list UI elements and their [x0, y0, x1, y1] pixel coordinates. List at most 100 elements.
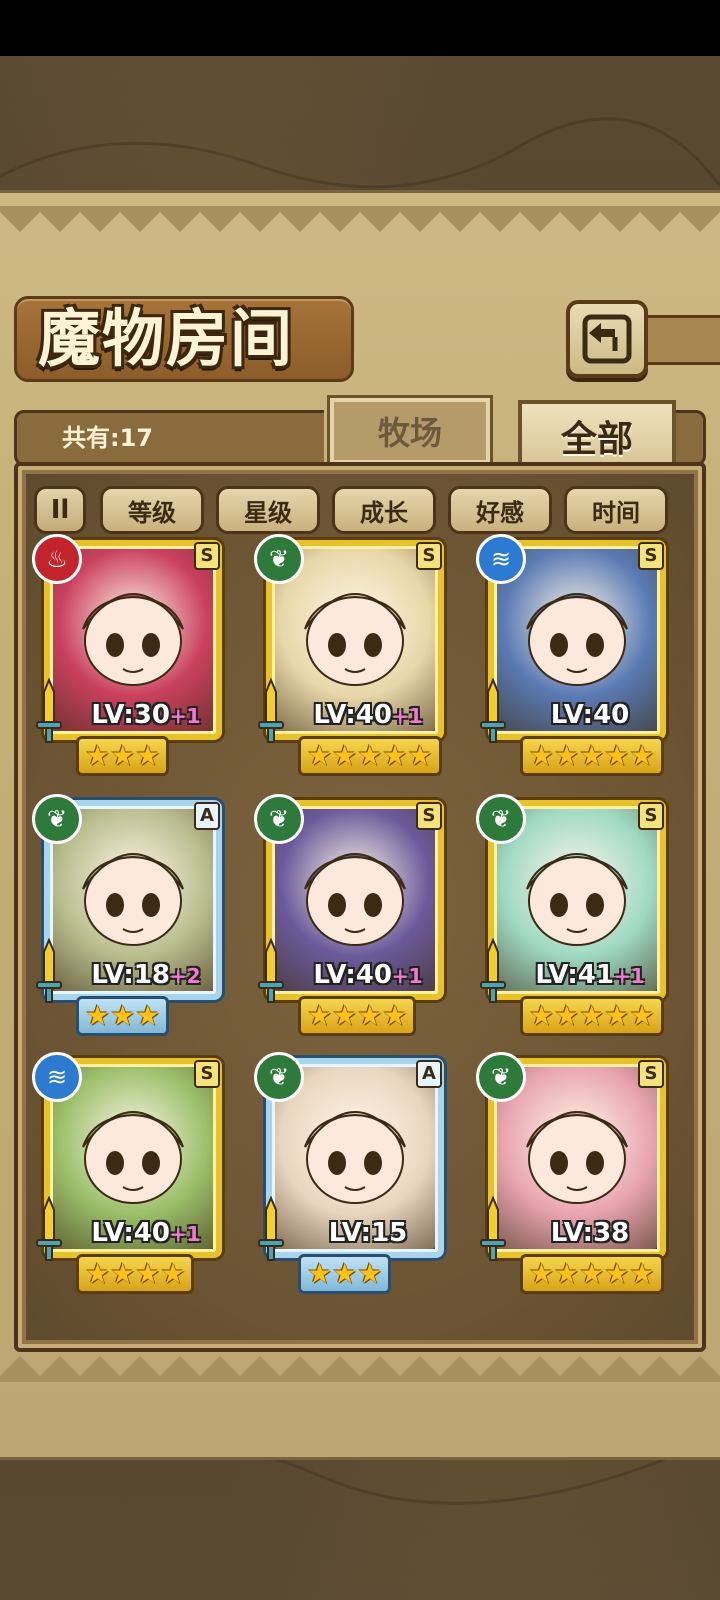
star-rating: ★ ★ ★ ★ ★ [520, 736, 664, 776]
rank-badge: A [194, 802, 220, 830]
level-value: LV:40 [313, 960, 392, 990]
monster-level: LV:40+1 [298, 960, 438, 990]
level-value: LV:40 [91, 1218, 170, 1248]
star-icon: ★ [554, 1257, 580, 1290]
monster-card[interactable]: ♨ S LV:30+1 ★ ★ ★ [32, 534, 226, 776]
count-bar [14, 410, 324, 466]
star-rating: ★ ★ ★ [76, 736, 170, 776]
star-icon: ★ [382, 739, 408, 772]
star-icon: ★ [604, 739, 630, 772]
rank-badge: A [416, 1060, 442, 1088]
fire-icon: ♨ [32, 534, 82, 584]
level-bonus: +1 [613, 964, 645, 988]
star-rating: ★ ★ ★ ★ [298, 996, 417, 1036]
monster-card[interactable]: ❦ A LV:15 ★ ★ ★ [254, 1052, 448, 1294]
monster-card[interactable]: ❦ A LV:18+2 ★ ★ ★ [32, 794, 226, 1036]
star-icon: ★ [357, 999, 383, 1032]
level-value: LV:30 [91, 700, 170, 730]
weapon-sword-icon [36, 938, 62, 1003]
monster-card[interactable]: ❦ S LV:40+1 ★ ★ ★ ★ ★ [254, 534, 448, 776]
star-icon: ★ [529, 739, 555, 772]
monster-level: LV:38 [520, 1218, 660, 1248]
weapon-sword-icon [36, 678, 62, 743]
level-bonus: +1 [169, 704, 201, 728]
page-title: 魔物房间 [38, 302, 295, 375]
star-icon: ★ [332, 739, 358, 772]
star-icon: ★ [332, 1257, 358, 1290]
rank-badge: S [194, 1060, 220, 1088]
monster-level: LV:15 [298, 1218, 438, 1248]
star-icon: ★ [382, 999, 408, 1032]
leaf-icon: ❦ [476, 1052, 526, 1102]
star-icon: ★ [135, 1257, 161, 1290]
star-icon: ★ [110, 739, 136, 772]
zigzag-border-top [0, 206, 720, 232]
weapon-sword-icon [36, 1196, 62, 1261]
star-icon: ★ [332, 999, 358, 1032]
back-button[interactable] [566, 300, 648, 378]
leaf-icon: ❦ [254, 1052, 304, 1102]
star-icon: ★ [579, 739, 605, 772]
monster-level: LV:40+1 [298, 700, 438, 730]
monster-level: LV:41+1 [520, 960, 660, 990]
star-icon: ★ [529, 1257, 555, 1290]
monster-level: LV:18+2 [76, 960, 216, 990]
monster-count: 共有:17 [62, 424, 153, 452]
star-rating: ★ ★ ★ [298, 1254, 392, 1294]
star-icon: ★ [579, 1257, 605, 1290]
level-value: LV:40 [313, 700, 392, 730]
star-rating: ★ ★ ★ [76, 996, 170, 1036]
star-icon: ★ [307, 739, 333, 772]
water-icon: ≋ [476, 534, 526, 584]
star-icon: ★ [307, 1257, 333, 1290]
monster-level: LV:30+1 [76, 700, 216, 730]
level-value: LV:40 [550, 700, 630, 730]
weapon-sword-icon [480, 938, 506, 1003]
level-value: LV:38 [550, 1218, 630, 1248]
rank-badge: S [194, 542, 220, 570]
sort-button-time[interactable]: 时间 [564, 486, 668, 534]
star-icon: ★ [579, 999, 605, 1032]
level-value: LV:15 [328, 1218, 408, 1248]
rank-badge: S [638, 542, 664, 570]
leaf-icon: ❦ [32, 794, 82, 844]
monster-card[interactable]: ❦ S LV:41+1 ★ ★ ★ ★ ★ [476, 794, 670, 1036]
tab-farm[interactable]: 牧场 [327, 395, 493, 467]
tab-bar-trim [676, 410, 706, 466]
level-bonus: +1 [391, 964, 423, 988]
star-rating: ★ ★ ★ ★ ★ [298, 736, 442, 776]
sort-button-growth[interactable]: 成长 [332, 486, 436, 534]
sort-order-toggle[interactable]: Il [34, 486, 86, 534]
star-icon: ★ [357, 739, 383, 772]
star-icon: ★ [629, 739, 655, 772]
weapon-sword-icon [258, 1196, 284, 1261]
level-bonus: +1 [391, 704, 423, 728]
star-icon: ★ [529, 999, 555, 1032]
monster-card[interactable]: ❦ S LV:40+1 ★ ★ ★ ★ [254, 794, 448, 1036]
star-icon: ★ [357, 1257, 383, 1290]
star-icon: ★ [110, 1257, 136, 1290]
sort-button-affection[interactable]: 好感 [448, 486, 552, 534]
star-rating: ★ ★ ★ ★ ★ [520, 1254, 664, 1294]
sort-button-stars[interactable]: 星级 [216, 486, 320, 534]
rank-badge: S [416, 802, 442, 830]
return-arrow-icon [582, 314, 632, 364]
rank-badge: S [638, 802, 664, 830]
monster-card[interactable]: ≋ S LV:40+1 ★ ★ ★ ★ [32, 1052, 226, 1294]
star-icon: ★ [135, 739, 161, 772]
level-bonus: +2 [169, 964, 201, 988]
level-value: LV:41 [535, 960, 614, 990]
monster-level: LV:40 [520, 700, 660, 730]
rank-badge: S [638, 1060, 664, 1088]
star-icon: ★ [554, 739, 580, 772]
star-icon: ★ [135, 999, 161, 1032]
weapon-sword-icon [480, 678, 506, 743]
sort-button-level[interactable]: 等级 [100, 486, 204, 534]
monster-card[interactable]: ≋ S LV:40 ★ ★ ★ ★ ★ [476, 534, 670, 776]
level-value: LV:18 [91, 960, 170, 990]
star-rating: ★ ★ ★ ★ ★ [520, 996, 664, 1036]
star-icon: ★ [160, 1257, 186, 1290]
star-icon: ★ [110, 999, 136, 1032]
leaf-icon: ❦ [254, 534, 304, 584]
monster-card[interactable]: ❦ S LV:38 ★ ★ ★ ★ ★ [476, 1052, 670, 1294]
